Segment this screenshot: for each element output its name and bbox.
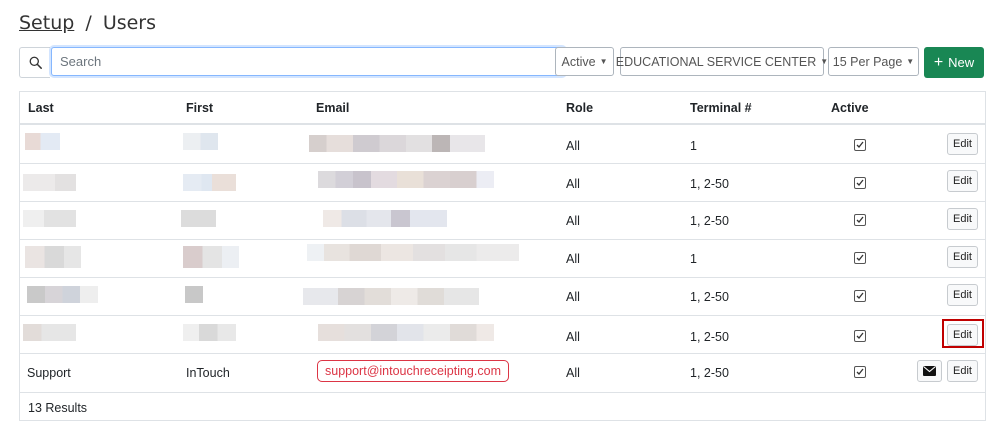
- breadcrumb-separator: /: [85, 12, 92, 34]
- search-input[interactable]: [51, 47, 565, 76]
- location-filter-label: EDUCATIONAL SERVICE CENTER: [615, 54, 817, 69]
- redacted-first-name: [185, 286, 203, 303]
- per-page-dropdown[interactable]: 15 Per Page ▼: [828, 47, 919, 76]
- redacted-email: [318, 324, 494, 341]
- redacted-first-name: [181, 210, 216, 227]
- redacted-email: [318, 171, 494, 188]
- redacted-first-name: [183, 324, 236, 341]
- redacted-first-name: [183, 246, 239, 268]
- column-header-terminal[interactable]: Terminal #: [690, 101, 752, 115]
- terminal-cell: 1, 2-50: [690, 177, 729, 191]
- send-email-button[interactable]: [917, 360, 942, 382]
- table-row: Support InTouch support@intouchreceiptin…: [20, 354, 985, 393]
- redacted-last-name: [23, 210, 76, 227]
- edit-button[interactable]: Edit: [947, 360, 978, 382]
- role-cell: All: [566, 177, 580, 191]
- edit-button[interactable]: Edit: [947, 246, 978, 268]
- edit-button[interactable]: Edit: [947, 133, 978, 155]
- status-filter-label: Active: [561, 54, 596, 69]
- role-cell: All: [566, 366, 580, 380]
- chevron-down-icon: ▼: [599, 57, 608, 66]
- first-name-cell: InTouch: [186, 366, 230, 380]
- toolbar: Active ▼ EDUCATIONAL SERVICE CENTER ▼ 15…: [19, 47, 984, 78]
- table-row: All 1 Edit: [20, 240, 985, 278]
- redacted-last-name: [25, 246, 81, 268]
- table-row: All 1, 2-50 Edit: [20, 278, 985, 316]
- terminal-cell: 1, 2-50: [690, 214, 729, 228]
- column-header-role[interactable]: Role: [566, 101, 593, 115]
- new-user-button[interactable]: + New: [924, 47, 984, 78]
- table-row: All 1, 2-50 Edit: [20, 164, 985, 202]
- active-checkbox-icon: [854, 330, 866, 342]
- envelope-icon: [923, 366, 936, 376]
- redacted-email: [307, 244, 519, 261]
- per-page-label: 15 Per Page: [832, 54, 903, 69]
- breadcrumb-current: Users: [102, 12, 157, 34]
- redacted-email: [309, 135, 485, 152]
- redacted-first-name: [183, 174, 236, 191]
- column-header-email[interactable]: Email: [316, 101, 349, 115]
- page-title: Setup / Users: [19, 12, 156, 34]
- active-checkbox-icon: [854, 290, 866, 302]
- active-checkbox-icon: [854, 139, 866, 151]
- redacted-first-name: [183, 133, 218, 150]
- results-count: 13 Results: [28, 401, 88, 415]
- terminal-cell: 1, 2-50: [690, 290, 729, 304]
- redacted-email: [323, 210, 447, 227]
- terminal-cell: 1: [690, 139, 697, 153]
- status-filter-dropdown[interactable]: Active ▼: [555, 47, 614, 76]
- email-link[interactable]: support@intouchreceipting.com: [317, 360, 509, 382]
- redacted-last-name: [25, 133, 60, 150]
- terminal-cell: 1, 2-50: [690, 366, 729, 380]
- search-icon: [19, 47, 50, 78]
- role-cell: All: [566, 252, 580, 266]
- role-cell: All: [566, 139, 580, 153]
- edit-button[interactable]: Edit: [947, 208, 978, 230]
- role-cell: All: [566, 330, 580, 344]
- location-filter-dropdown[interactable]: EDUCATIONAL SERVICE CENTER ▼: [616, 47, 828, 76]
- table-header: Last First Email Role Terminal # Active: [20, 92, 985, 125]
- new-button-label: New: [948, 55, 975, 70]
- redacted-last-name: [23, 174, 76, 191]
- table-row: All 1 Edit: [20, 125, 985, 164]
- edit-button[interactable]: Edit: [947, 170, 978, 192]
- role-cell: All: [566, 214, 580, 228]
- active-checkbox-icon: [854, 177, 866, 189]
- terminal-cell: 1: [690, 252, 697, 266]
- column-header-first[interactable]: First: [186, 101, 213, 115]
- column-header-last[interactable]: Last: [28, 101, 54, 115]
- redacted-last-name: [27, 286, 98, 303]
- column-header-active[interactable]: Active: [831, 101, 869, 115]
- chevron-down-icon: ▼: [906, 57, 915, 66]
- terminal-cell: 1, 2-50: [690, 330, 729, 344]
- role-cell: All: [566, 290, 580, 304]
- users-table: Last First Email Role Terminal # Active …: [19, 91, 986, 421]
- highlight-box: [942, 319, 984, 348]
- redacted-email: [303, 288, 479, 305]
- last-name-cell: Support: [27, 366, 71, 380]
- redacted-last-name: [23, 324, 76, 341]
- breadcrumb-setup-link[interactable]: Setup: [19, 12, 74, 34]
- active-checkbox-icon: [854, 366, 866, 378]
- plus-icon: +: [933, 53, 944, 71]
- active-checkbox-icon: [854, 252, 866, 264]
- table-row: All 1, 2-50 Edit: [20, 316, 985, 354]
- table-row: All 1, 2-50 Edit: [20, 202, 985, 240]
- active-checkbox-icon: [854, 214, 866, 226]
- edit-button[interactable]: Edit: [947, 284, 978, 306]
